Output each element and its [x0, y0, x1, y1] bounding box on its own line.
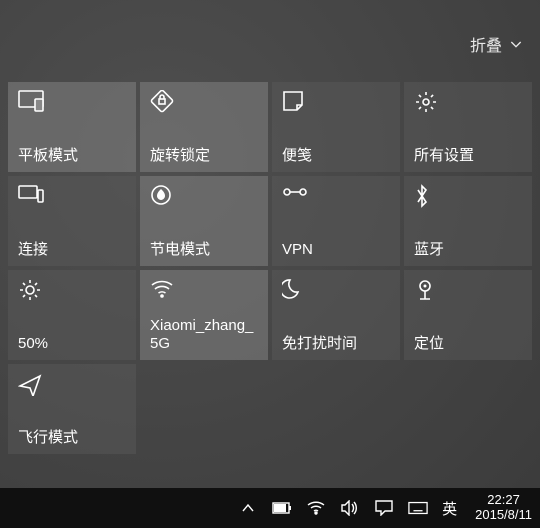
action-center-panel: 折叠 平板模式 旋转锁定 便笺 所有设置: [0, 0, 540, 528]
taskbar: 英 22:27 2015/8/11: [0, 488, 540, 528]
tile-connect[interactable]: 连接: [8, 176, 136, 266]
bluetooth-icon: [414, 184, 522, 210]
airplane-icon: [18, 372, 126, 398]
tile-label: 所有设置: [414, 147, 522, 166]
tile-all-settings[interactable]: 所有设置: [404, 82, 532, 172]
tile-brightness[interactable]: 50%: [8, 270, 136, 360]
tile-location[interactable]: 定位: [404, 270, 532, 360]
tile-label: VPN: [282, 241, 390, 260]
tile-label: Xiaomi_zhang_5G: [150, 317, 258, 355]
location-icon: [414, 278, 522, 304]
wifi-tray-icon[interactable]: [306, 498, 326, 518]
quick-actions-grid: 平板模式 旋转锁定 便笺 所有设置 连接: [8, 82, 532, 454]
wifi-icon: [150, 278, 258, 304]
tray-overflow-button[interactable]: [238, 498, 258, 518]
tile-label: 平板模式: [18, 147, 126, 166]
tile-label: 50%: [18, 335, 126, 354]
tile-wifi[interactable]: Xiaomi_zhang_5G: [140, 270, 268, 360]
tile-label: 旋转锁定: [150, 147, 258, 166]
tile-battery-saver[interactable]: 节电模式: [140, 176, 268, 266]
tile-tablet-mode[interactable]: 平板模式: [8, 82, 136, 172]
vpn-icon: [282, 184, 390, 210]
tile-label: 飞行模式: [18, 429, 126, 448]
ime-indicator[interactable]: 英: [442, 498, 457, 519]
action-center-tray-icon[interactable]: [374, 498, 394, 518]
tile-vpn[interactable]: VPN: [272, 176, 400, 266]
clock-date: 2015/8/11: [475, 508, 532, 523]
tile-label: 便笺: [282, 147, 390, 166]
moon-icon: [282, 278, 390, 304]
battery-tray-icon[interactable]: [272, 498, 292, 518]
volume-tray-icon[interactable]: [340, 498, 360, 518]
connect-icon: [18, 184, 126, 210]
tile-bluetooth[interactable]: 蓝牙: [404, 176, 532, 266]
tile-label: 蓝牙: [414, 241, 522, 260]
tile-label: 节电模式: [150, 241, 258, 260]
tablet-mode-icon: [18, 90, 126, 116]
tile-label: 免打扰时间: [282, 335, 390, 354]
tile-label: 定位: [414, 335, 522, 354]
tile-rotation-lock[interactable]: 旋转锁定: [140, 82, 268, 172]
gear-icon: [414, 90, 522, 116]
collapse-label: 折叠: [470, 32, 502, 56]
rotation-lock-icon: [150, 90, 258, 116]
taskbar-clock[interactable]: 22:27 2015/8/11: [475, 493, 532, 523]
tile-quiet-hours[interactable]: 免打扰时间: [272, 270, 400, 360]
tile-note[interactable]: 便笺: [272, 82, 400, 172]
tile-airplane-mode[interactable]: 飞行模式: [8, 364, 136, 454]
collapse-button[interactable]: 折叠: [470, 32, 524, 56]
brightness-icon: [18, 278, 126, 304]
chevron-down-icon: [508, 36, 524, 52]
note-icon: [282, 90, 390, 116]
tile-label: 连接: [18, 241, 126, 260]
keyboard-tray-icon[interactable]: [408, 498, 428, 518]
clock-time: 22:27: [475, 493, 532, 508]
battery-saver-icon: [150, 184, 258, 210]
